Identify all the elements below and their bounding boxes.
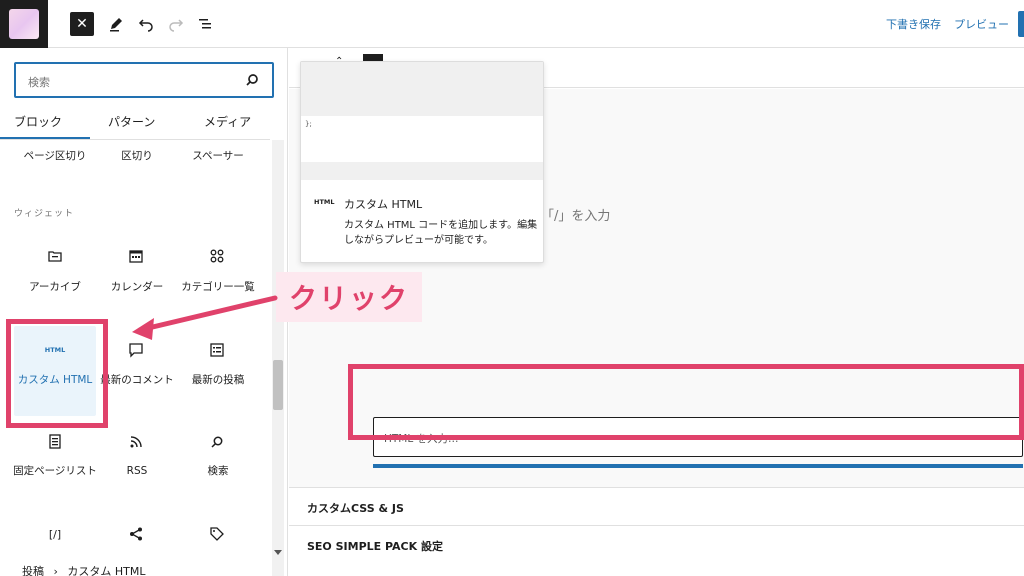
share-icon <box>126 524 146 544</box>
scroll-down-icon[interactable] <box>274 550 282 555</box>
search-icon <box>246 74 258 86</box>
rss-icon <box>126 432 146 452</box>
top-toolbar: ✕ 下書き保存 プレビュー <box>0 0 1024 48</box>
metabox-custom-css-js[interactable]: カスタムCSS & JS <box>289 487 1024 525</box>
tab-patterns[interactable]: パターン <box>108 113 155 130</box>
html-icon: HTML <box>314 198 335 206</box>
archive-icon <box>45 246 65 266</box>
metabox-title: SEO SIMPLE PACK 設定 <box>307 540 443 553</box>
preview-canvas-top <box>301 62 543 116</box>
block-rss[interactable]: RSS <box>94 463 180 479</box>
block-preview-popover: }; HTML カスタム HTML カスタム HTML コードを追加します。編集… <box>300 61 544 263</box>
tag-icon <box>207 524 227 544</box>
scrollbar-thumb[interactable] <box>273 360 283 410</box>
block-page-break[interactable]: ページ区切り <box>12 148 98 164</box>
publish-button[interactable] <box>1018 11 1024 37</box>
block-appender-hint: 「/」を入力 <box>541 209 611 224</box>
page-list-icon <box>45 432 65 452</box>
block-spacer[interactable]: スペーサー <box>175 148 261 164</box>
inserter-tabs: ブロック パターン メディア <box>0 108 270 140</box>
site-logo[interactable] <box>0 0 48 48</box>
arrow-icon <box>132 295 278 340</box>
preview-canvas-bottom <box>301 162 543 180</box>
category-widgets: ウィジェット <box>14 209 75 219</box>
tab-blocks[interactable]: ブロック <box>14 113 62 130</box>
pencil-icon[interactable] <box>104 12 128 36</box>
site-icon <box>9 9 39 39</box>
block-archives[interactable]: アーカイブ <box>12 279 98 295</box>
calendar-icon <box>126 246 146 266</box>
tab-media[interactable]: メディア <box>204 113 251 130</box>
undo-icon[interactable] <box>134 12 158 36</box>
categories-icon <box>207 246 227 266</box>
block-search[interactable]: 検索 <box>175 463 261 479</box>
breadcrumb-root[interactable]: 投稿 <box>22 565 44 576</box>
block-separator[interactable]: 区切り <box>94 148 180 164</box>
breadcrumb-current: カスタム HTML <box>67 565 146 576</box>
breadcrumb: 投稿 › カスタム HTML <box>22 563 146 576</box>
preview-code-snippet: }; <box>305 120 312 128</box>
preview-button[interactable]: プレビュー <box>954 16 1009 32</box>
preview-description: カスタム HTML コードを追加します。編集しながらプレビューが可能です。 <box>344 220 538 246</box>
breadcrumb-separator: › <box>53 565 58 576</box>
redo-icon[interactable] <box>164 12 188 36</box>
list-view-icon[interactable] <box>194 12 218 36</box>
search-block-icon <box>207 432 227 452</box>
save-draft-button[interactable]: 下書き保存 <box>886 16 941 32</box>
close-icon[interactable]: ✕ <box>70 12 94 36</box>
active-tab-indicator <box>0 137 90 139</box>
highlight-custom-html-block <box>6 319 108 428</box>
highlight-html-input <box>348 364 1024 440</box>
click-annotation: クリック <box>276 272 422 322</box>
inserter-scrollbar[interactable] <box>272 140 284 576</box>
shortcode-icon: [/] <box>48 527 62 541</box>
search-input[interactable]: 検索 <box>14 62 274 98</box>
search-placeholder: 検索 <box>28 76 50 89</box>
metabox-title: カスタムCSS & JS <box>307 502 404 515</box>
preview-title: カスタム HTML <box>344 198 423 211</box>
block-page-list[interactable]: 固定ページリスト <box>12 463 98 479</box>
html-block-bottom-bar <box>373 464 1023 468</box>
metabox-seo-simple-pack[interactable]: SEO SIMPLE PACK 設定 <box>289 525 1024 563</box>
block-latest-posts[interactable]: 最新の投稿 <box>175 372 261 388</box>
